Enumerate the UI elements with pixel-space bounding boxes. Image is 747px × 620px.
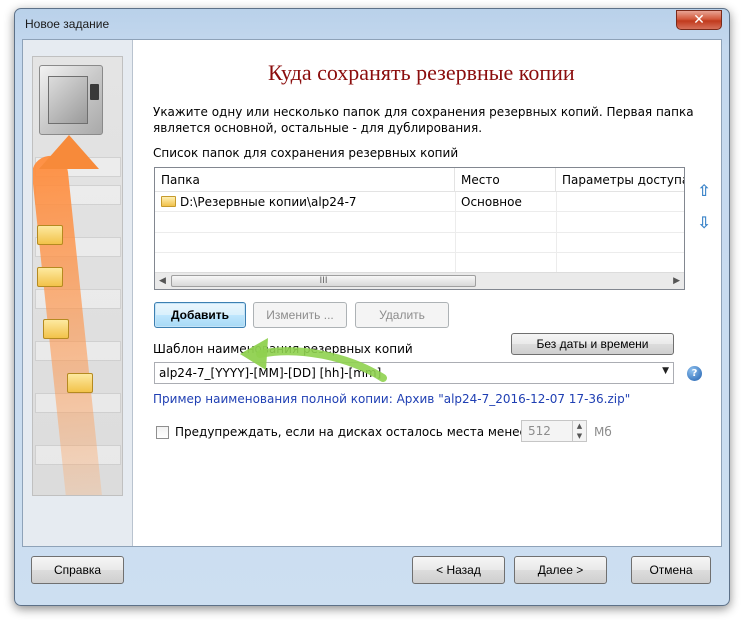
horizontal-scrollbar[interactable]: ◀ III ▶ [155,272,684,289]
grid-line [155,252,684,253]
row-folder-cell: D:\Резервные копии\alp24-7 [155,192,455,212]
folder-icon [37,225,63,245]
table-row[interactable]: D:\Резервные копии\alp24-7 Основное [155,192,684,212]
close-button[interactable]: ✕ [676,10,722,30]
scroll-thumb[interactable]: III [171,275,476,287]
callout-arrow-icon [240,338,387,382]
safe-icon [39,65,103,135]
column-header-place[interactable]: Место [455,168,556,192]
backup-folders-list[interactable]: Папка Место Параметры доступа D:\Резервн… [154,167,685,290]
title-bar[interactable]: Новое задание ✕ [15,9,729,39]
grid-line [155,232,684,233]
column-header-folder[interactable]: Папка [155,168,455,192]
row-folder-path: D:\Резервные копии\alp24-7 [180,195,357,209]
new-task-window: Новое задание ✕ Куда сохранять резервные… [14,8,730,606]
warn-low-space-label[interactable]: Предупреждать, если на дисках осталось м… [175,425,527,439]
folder-icon [161,196,176,207]
page-title: Куда сохранять резервные копии [268,60,575,85]
warn-low-space-checkbox[interactable] [156,426,169,439]
stepper-buttons[interactable]: ▲ ▼ [572,421,586,441]
folder-icon [43,319,69,339]
column-header-access[interactable]: Параметры доступа [556,168,684,192]
wizard-illustration-panel [23,40,133,546]
edit-folder-button[interactable]: Изменить ... [253,302,347,328]
row-place-cell: Основное [461,195,522,209]
page-description: Укажите одну или несколько папок для сох… [153,105,694,135]
stepper-up-icon[interactable]: ▲ [573,421,586,431]
wizard-illustration [32,56,123,496]
stepper-down-icon[interactable]: ▼ [573,431,586,441]
add-folder-button[interactable]: Добавить [154,302,246,328]
template-combobox[interactable]: alp24-7_[YYYY]-[MM]-[DD] [hh]-[mm] ▼ [154,362,674,384]
scroll-thumb-grip: III [319,276,328,286]
naming-example: Пример наименования полной копии: Архив … [153,392,631,406]
min-space-stepper[interactable]: 512 ▲ ▼ [521,420,587,442]
scroll-right-icon[interactable]: ▶ [673,276,680,286]
wizard-page: Куда сохранять резервные копии Укажите о… [22,39,722,547]
safe-door [48,76,88,124]
back-button[interactable]: < Назад [412,556,505,584]
down-arrow-icon[interactable]: ⇩ [694,214,714,232]
delete-folder-button[interactable]: Удалить [355,302,449,328]
list-header: Папка Место Параметры доступа [155,168,684,192]
row-access-cell [556,192,684,212]
chevron-down-icon[interactable]: ▼ [662,366,669,376]
orange-arrow-head-icon [39,135,99,169]
safe-keypad [90,84,99,100]
folder-icon [67,373,93,393]
help-button[interactable]: Справка [31,556,124,584]
help-icon[interactable]: ? [687,366,702,381]
min-space-value: 512 [528,424,551,438]
folder-icon [37,267,63,287]
window-title: Новое задание [25,17,110,31]
close-icon: ✕ [693,12,705,28]
folders-list-label: Список папок для сохранения резервных ко… [153,146,459,160]
cancel-button[interactable]: Отмена [631,556,711,584]
scroll-left-icon[interactable]: ◀ [159,276,166,286]
no-datetime-button[interactable]: Без даты и времени [511,333,674,355]
next-button[interactable]: Далее > [514,556,607,584]
up-arrow-icon[interactable]: ⇧ [694,182,714,200]
min-space-unit: Мб [594,425,612,439]
